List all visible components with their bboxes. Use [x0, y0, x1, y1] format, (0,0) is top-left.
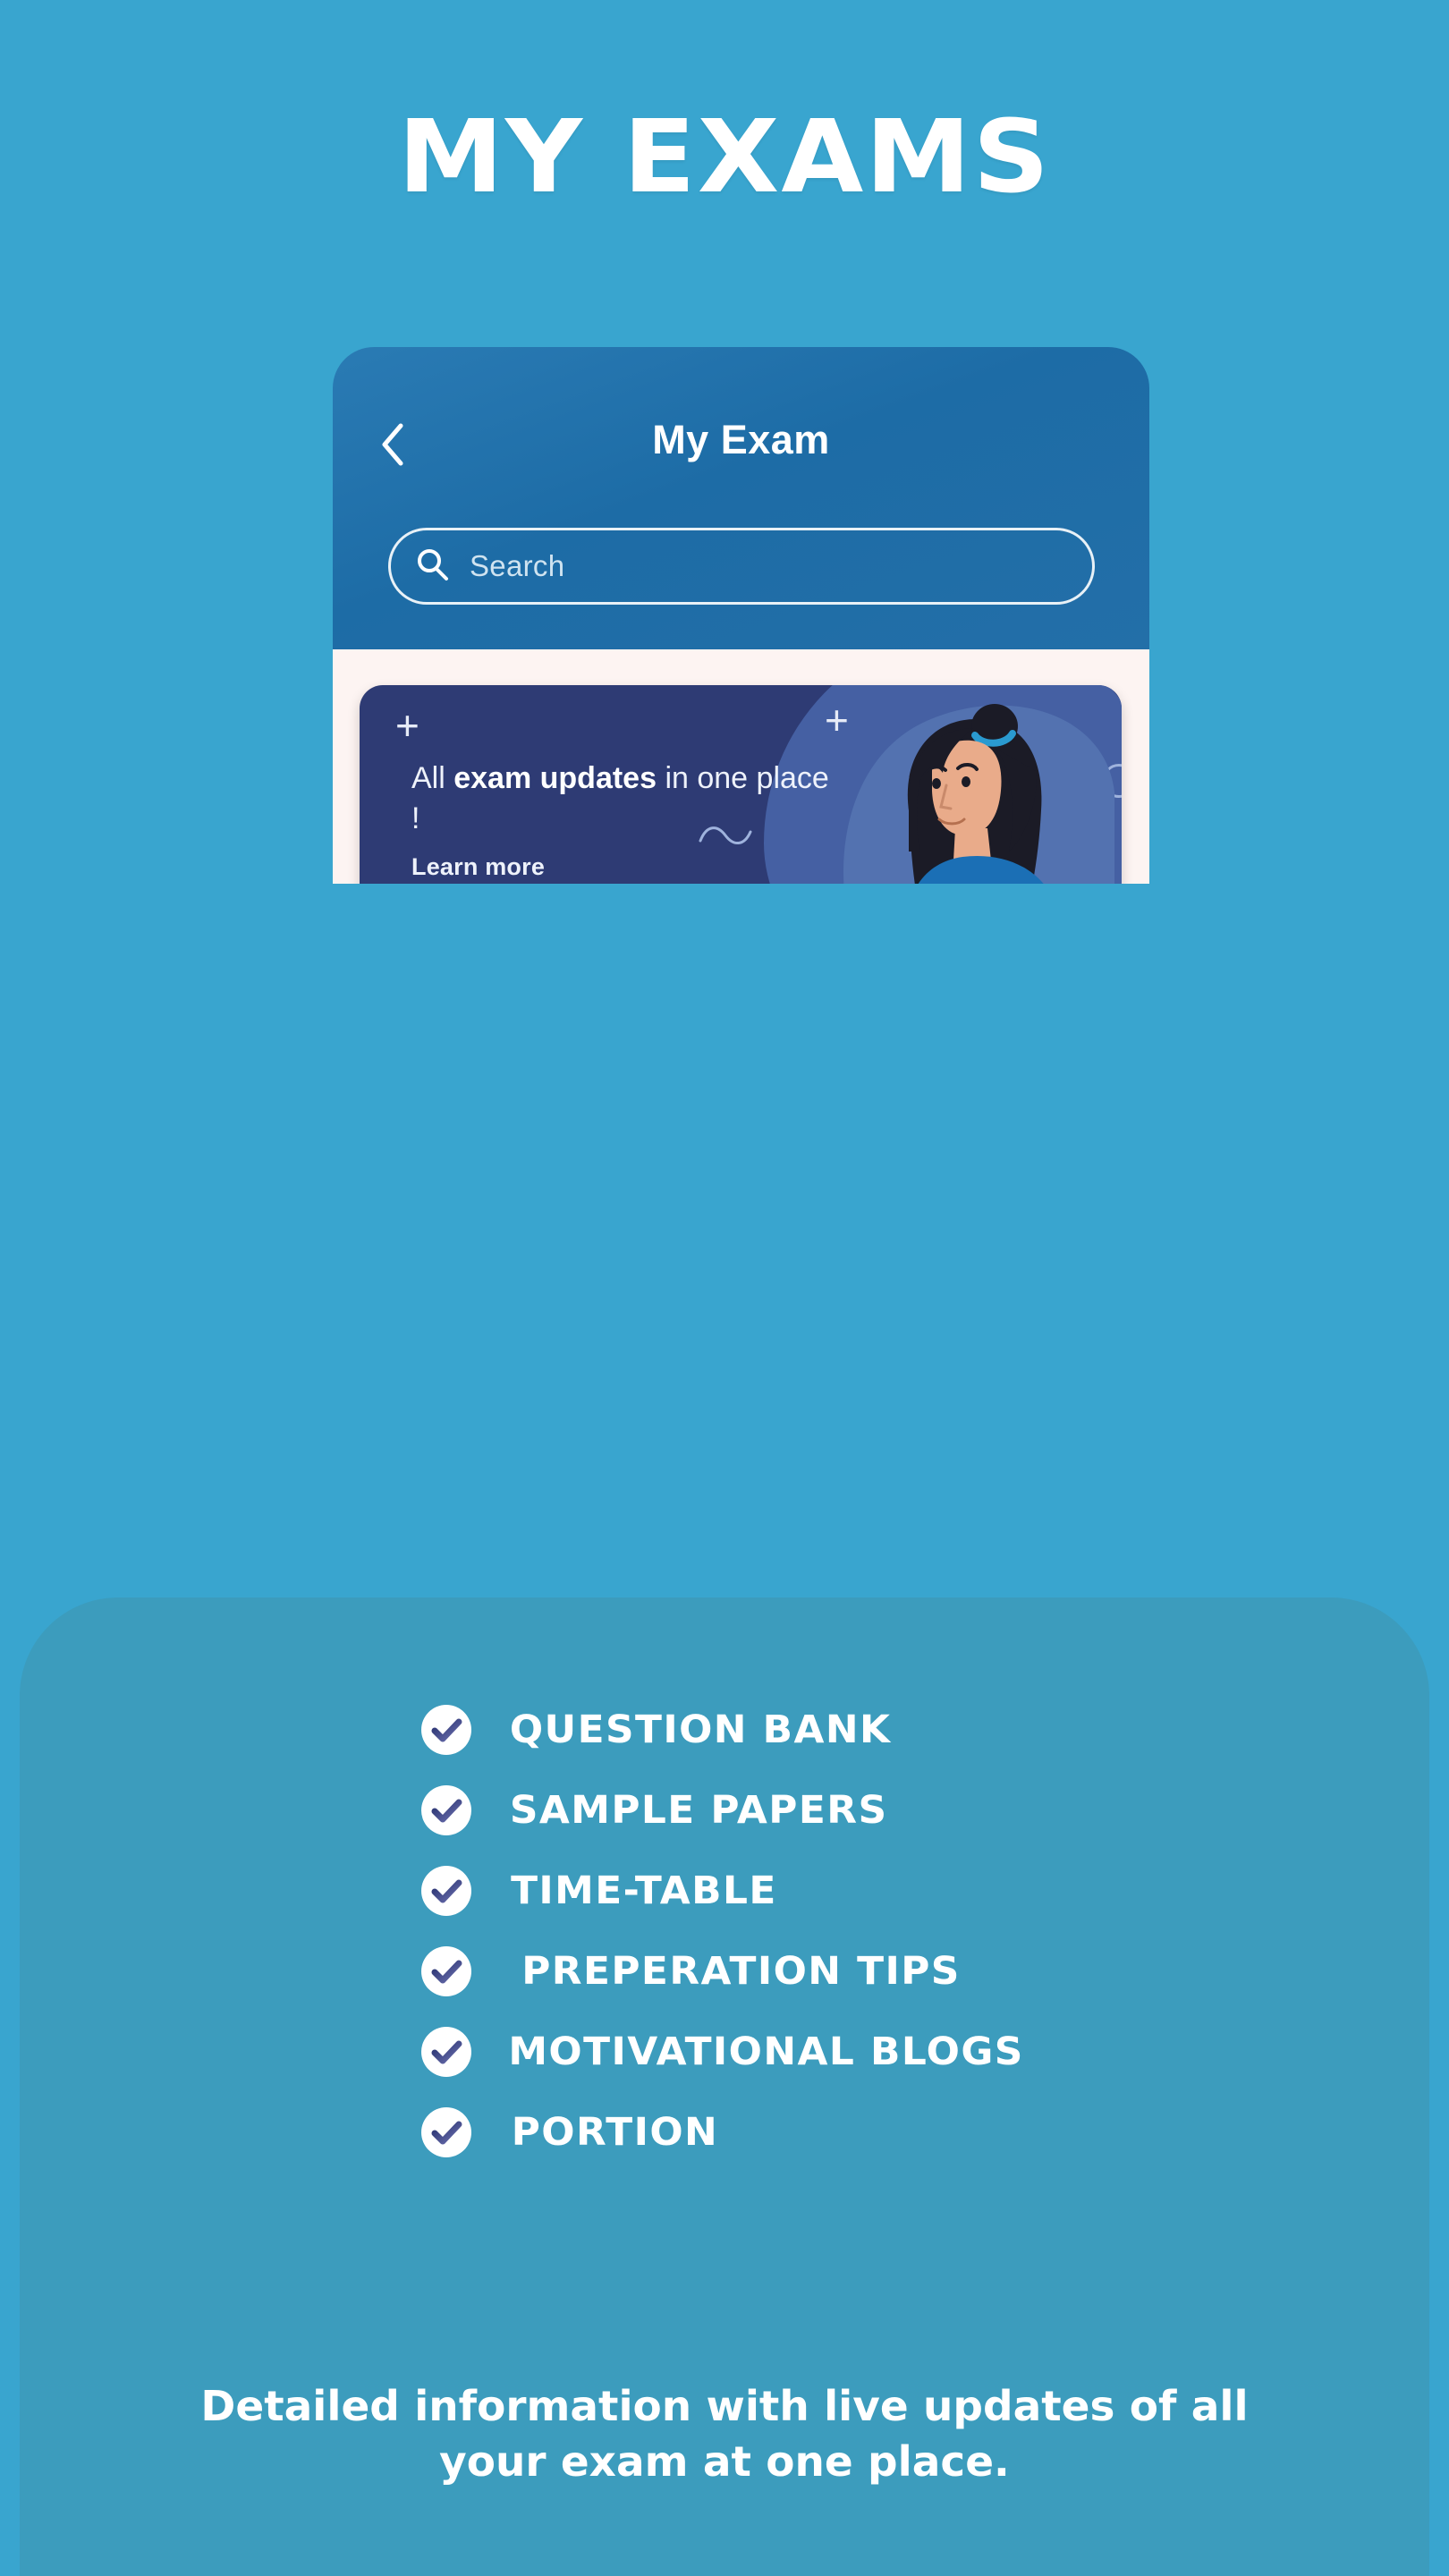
- feature-item-motivational-blogs: MOTIVATIONAL BLOGS: [420, 2026, 1022, 2078]
- promo-headline: All exam updates in one place !: [411, 758, 841, 839]
- check-circle-icon: [420, 1945, 472, 1997]
- check-circle-icon: [420, 1865, 472, 1917]
- feature-item-sample-papers: SAMPLE PAPERS: [420, 1784, 1019, 1836]
- student-writing-illustration: [819, 685, 1114, 884]
- learn-more-link[interactable]: Learn more: [411, 853, 545, 881]
- feature-item-label: SAMPLE PAPERS: [509, 1788, 888, 1833]
- promo-headline-pre: All: [411, 761, 454, 795]
- app-header-title: My Exam: [652, 417, 830, 462]
- feature-list: QUESTION BANK SAMPLE PAPERS TIME-TABLE P…: [420, 1704, 1022, 2158]
- feature-item-question-bank: QUESTION BANK: [420, 1704, 1019, 1756]
- search-icon: [414, 547, 450, 587]
- phone-mockup: My Exam Search + + All exam updates in o…: [333, 347, 1149, 884]
- check-circle-icon: [420, 1704, 472, 1756]
- promo-headline-bold: exam updates: [453, 761, 657, 795]
- check-circle-icon: [420, 2026, 472, 2078]
- check-circle-icon: [420, 2106, 472, 2158]
- feature-item-preperation-tips: PREPERATION TIPS: [420, 1945, 1019, 1997]
- feature-item-label: TIME-TABLE: [511, 1868, 777, 1913]
- app-header: My Exam Search: [333, 347, 1149, 649]
- page-title: MY EXAMS: [397, 99, 1052, 216]
- promo-banner[interactable]: + + All exam updates in one place ! Lear…: [360, 685, 1122, 884]
- feature-item-portion: PORTION: [420, 2106, 1019, 2158]
- search-input[interactable]: Search: [388, 528, 1095, 605]
- check-circle-icon: [420, 1784, 472, 1836]
- feature-item-label: PORTION: [511, 2110, 719, 2155]
- feature-item-time-table: TIME-TABLE: [420, 1865, 1019, 1917]
- app-body: + + All exam updates in one place ! Lear…: [333, 649, 1149, 884]
- feature-item-label: QUESTION BANK: [509, 1707, 892, 1752]
- footer-caption: Detailed information with live updates o…: [200, 2382, 1249, 2486]
- feature-item-label: MOTIVATIONAL BLOGS: [508, 2029, 1024, 2074]
- plus-decoration-icon: +: [395, 702, 419, 749]
- feature-item-label: PREPERATION TIPS: [521, 1949, 961, 1994]
- search-placeholder: Search: [470, 549, 565, 582]
